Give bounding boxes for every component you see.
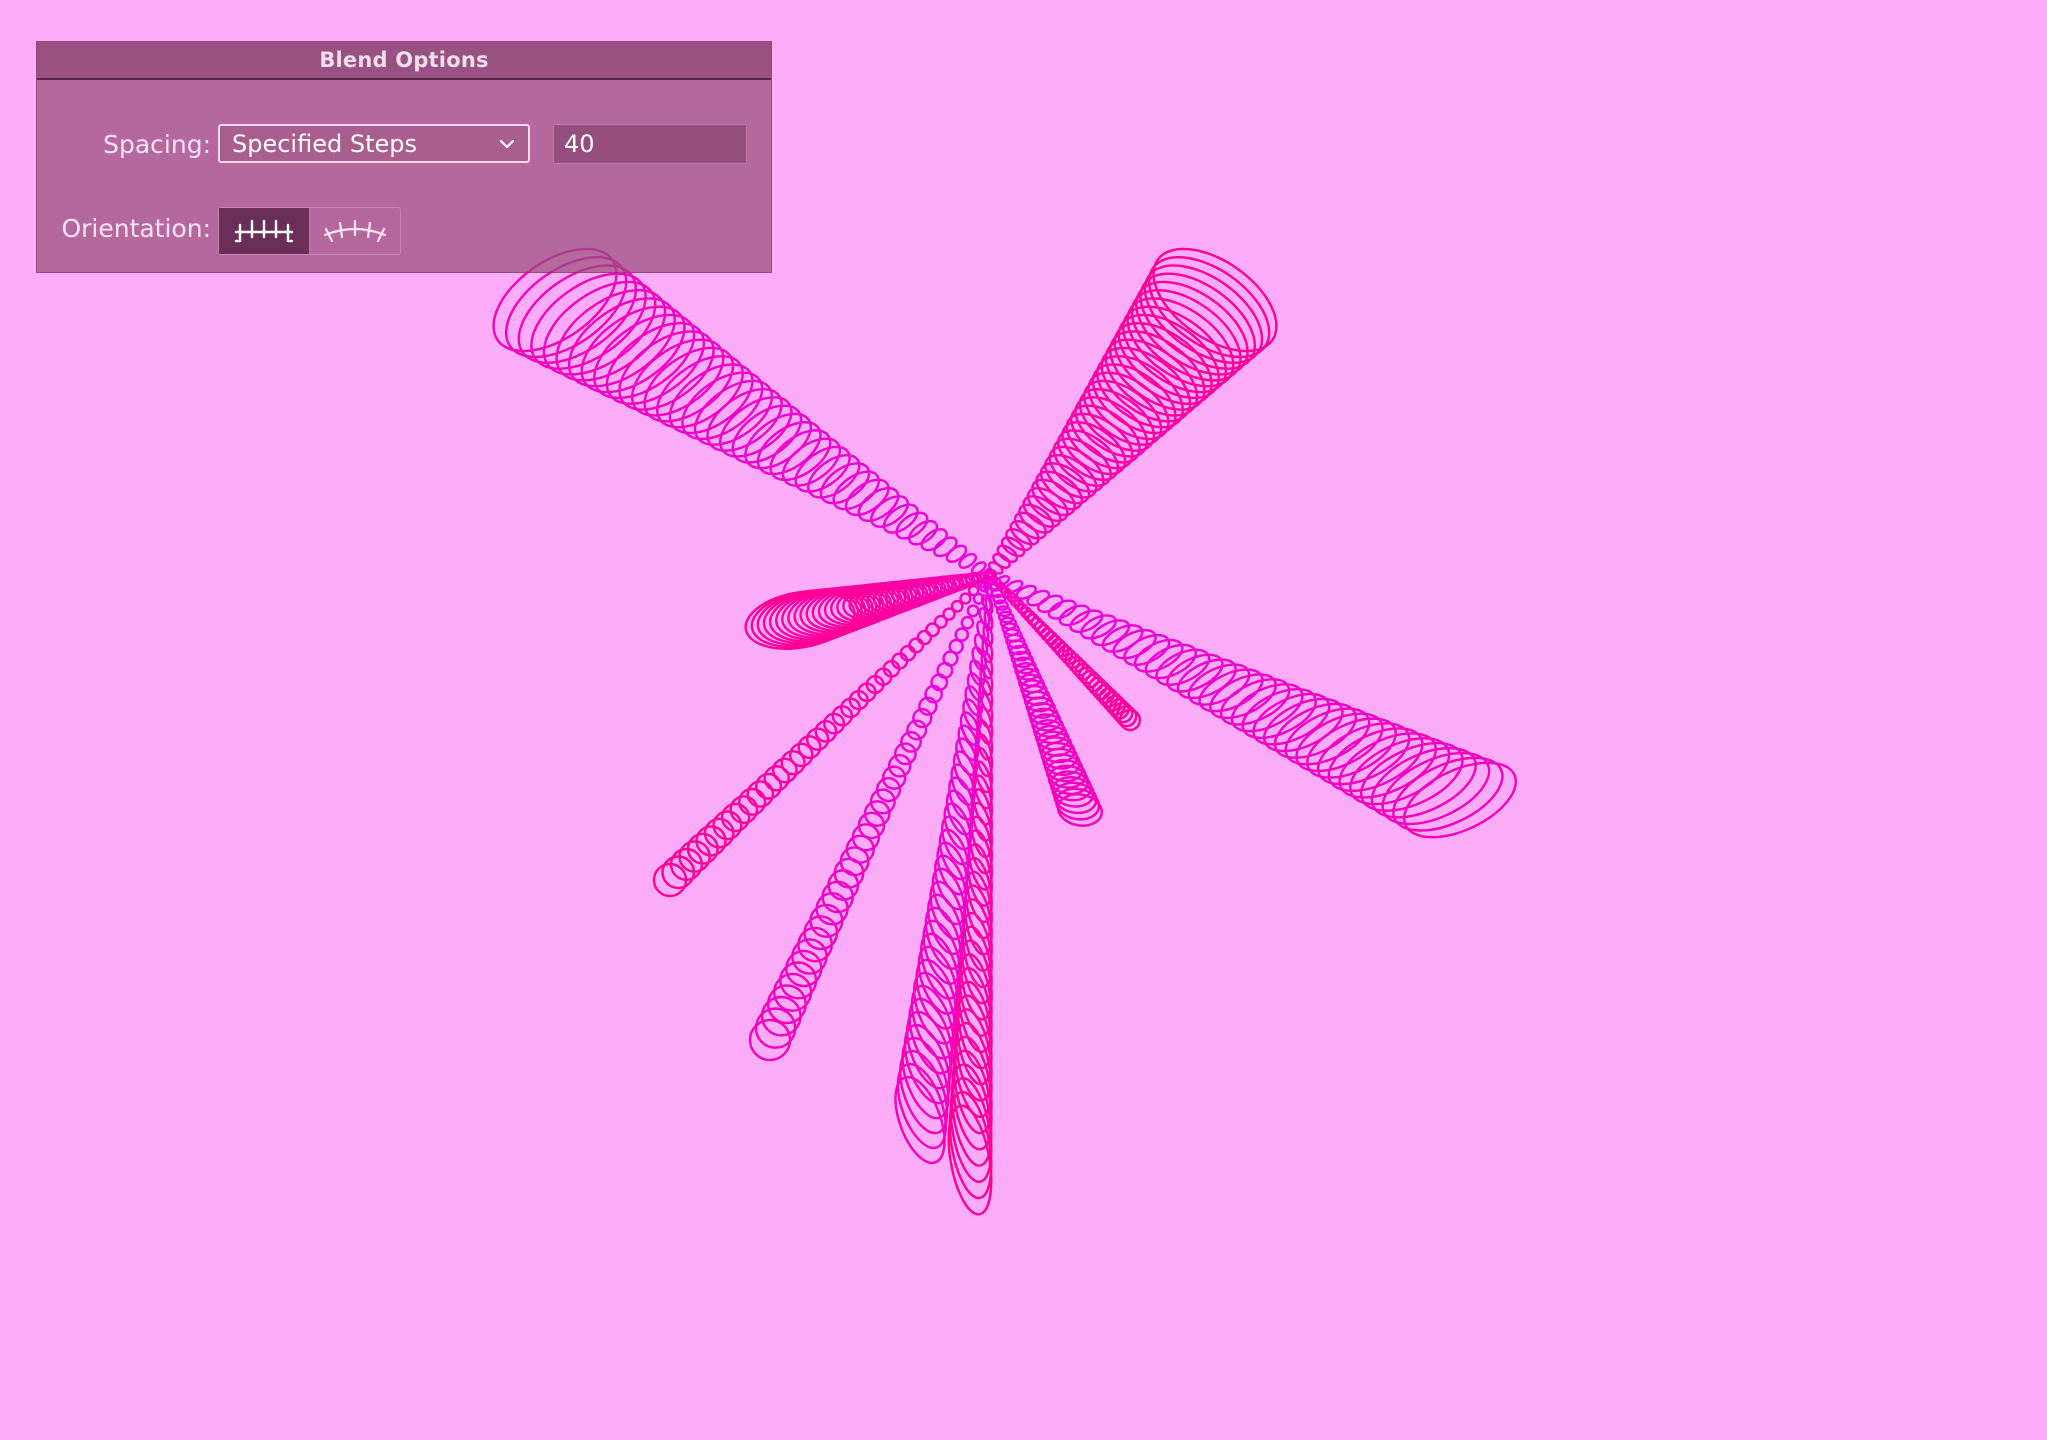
blend-step [916, 629, 933, 646]
blend-step [908, 637, 925, 654]
blend-step [925, 622, 940, 638]
blend-step [1241, 688, 1317, 739]
steps-input[interactable] [553, 124, 747, 164]
align-to-path-icon [323, 219, 387, 243]
blend-group [492, 247, 1518, 1216]
spacing-selected-value: Specified Steps [232, 129, 417, 158]
panel-header: Blend Options [37, 42, 771, 80]
orientation-toggle-group [218, 207, 401, 255]
blend-step [661, 855, 696, 890]
blend-step [729, 795, 759, 824]
panel-title: Blend Options [319, 48, 489, 72]
blend-step [712, 810, 743, 841]
blend-step [781, 437, 842, 487]
blend-step [1031, 478, 1076, 517]
align-to-page-icon [234, 219, 294, 243]
chevron-down-icon [499, 139, 515, 148]
blend-step [958, 552, 978, 569]
blend-step [1187, 663, 1251, 706]
spacing-dropdown[interactable]: Specified Steps [218, 124, 530, 163]
blend-step [748, 1018, 792, 1062]
align-to-path-button[interactable] [309, 208, 400, 254]
blend-step [960, 615, 975, 630]
blend-step [695, 825, 727, 857]
blend-step [959, 592, 972, 605]
blend-step [894, 1075, 946, 1165]
blend-step [900, 731, 922, 753]
blend-step [1080, 614, 1117, 640]
blend-step [1349, 737, 1451, 806]
blend-step [971, 646, 987, 672]
blend-step [973, 633, 989, 657]
blend-step [737, 787, 767, 816]
blend-step [894, 742, 917, 766]
blend-step [966, 604, 980, 618]
blend-options-panel: Blend Options Spacing: Specified Steps O… [36, 41, 772, 273]
blend-step [720, 802, 751, 833]
blend-step [703, 817, 735, 849]
blend-step [954, 627, 970, 642]
align-to-page-button[interactable] [219, 208, 309, 254]
blend-step [908, 519, 939, 546]
blend-step [794, 445, 851, 493]
orientation-label: Orientation: [61, 214, 211, 243]
spacing-label: Spacing: [103, 130, 211, 159]
blend-step [686, 832, 719, 865]
